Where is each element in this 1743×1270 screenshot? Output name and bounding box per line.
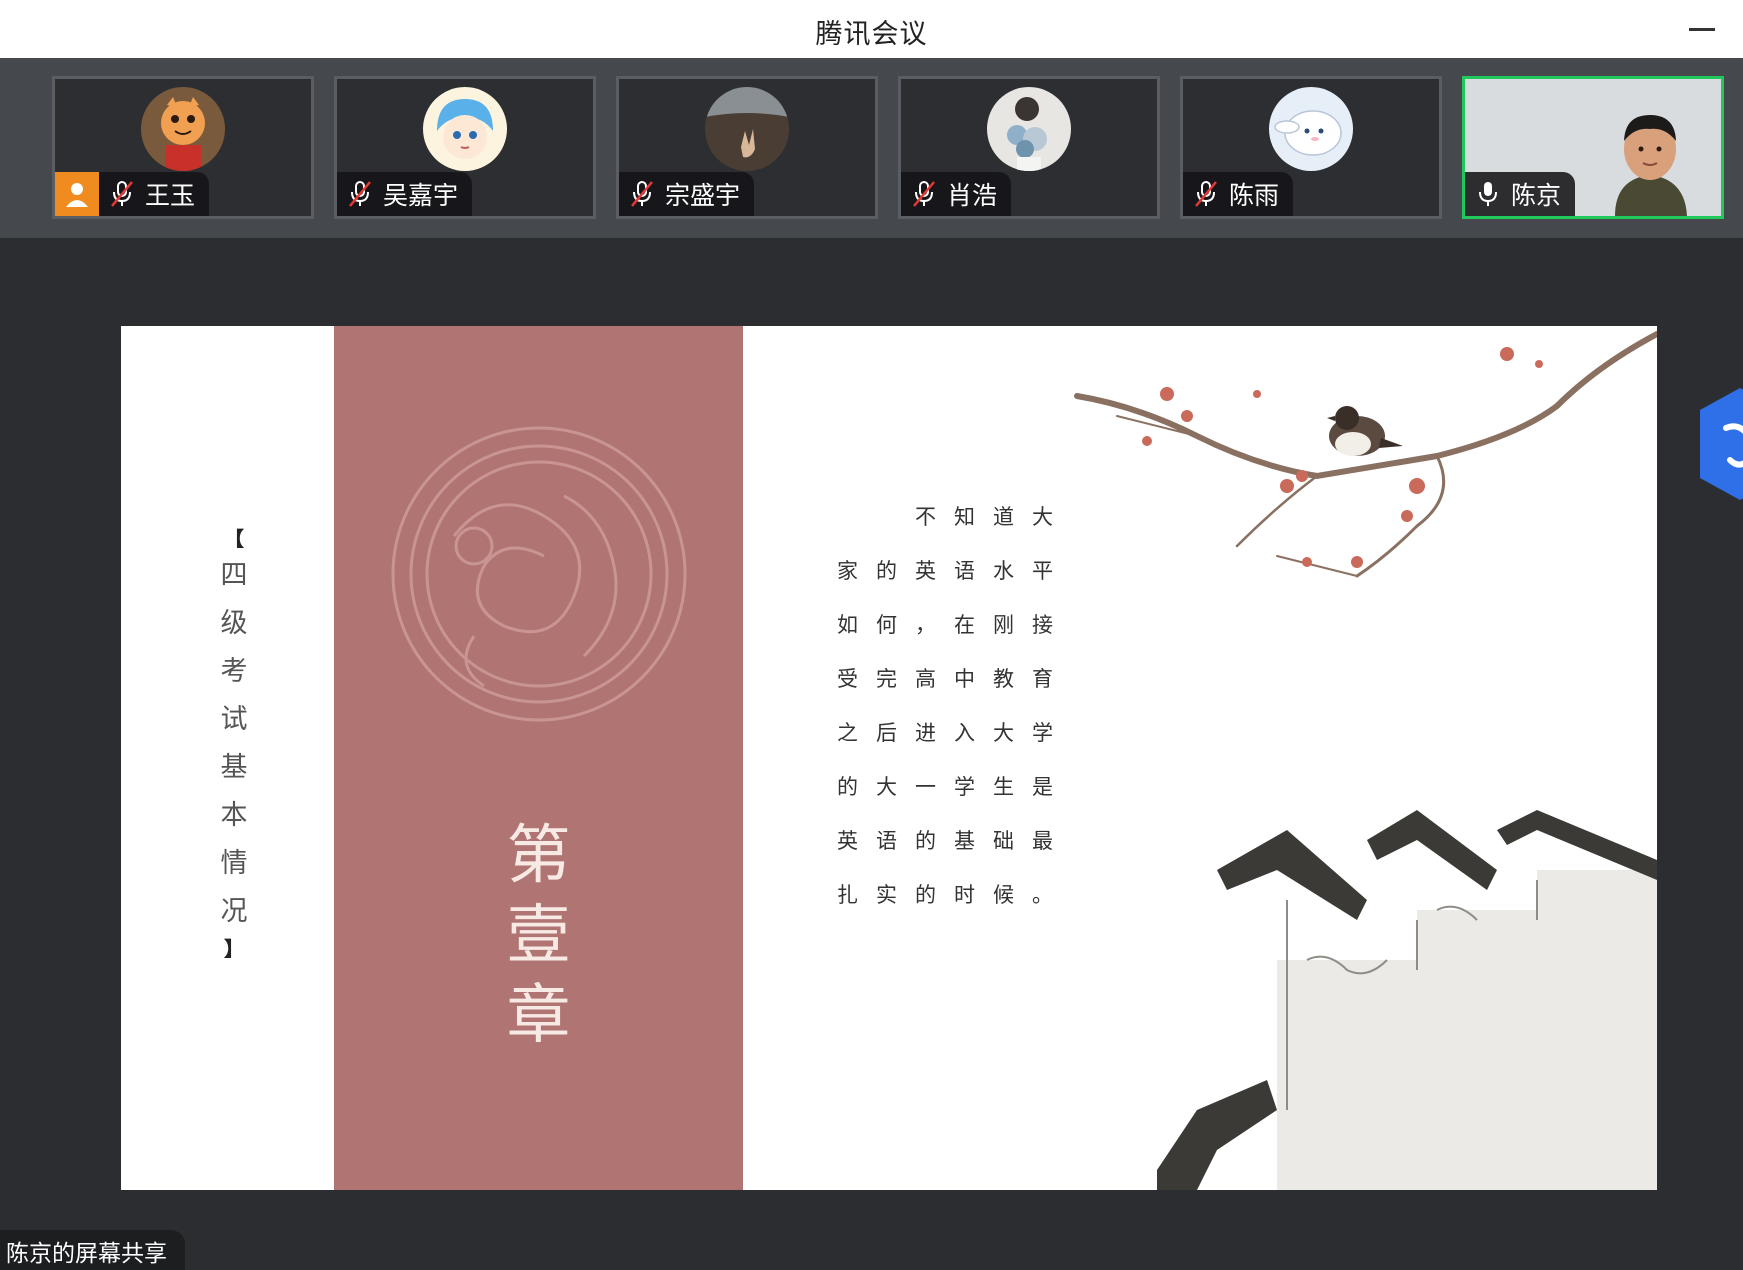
- title-char: 况: [220, 896, 248, 927]
- title-char: 本: [220, 800, 248, 831]
- title-char: 基: [220, 752, 248, 783]
- participant-nameplate: 宗盛宇: [619, 172, 755, 216]
- intro-paragraph: 不知道大 家的英语水平 如何，在刚接 受完高中教育 之后进入大学 的大一学生是 …: [811, 501, 1071, 933]
- plum-branch-bird-illustration: [1074, 331, 1657, 578]
- mic-muted-icon: [1189, 172, 1223, 216]
- participant-nameplate: 吴嘉宇: [337, 172, 473, 216]
- title-char: 试: [220, 704, 248, 735]
- title-bracket-close: 】: [224, 937, 244, 961]
- participant-tile-active-speaker[interactable]: 陈京: [1462, 76, 1724, 219]
- participant-tile[interactable]: 陈雨: [1180, 76, 1442, 219]
- host-user-icon: [55, 172, 99, 216]
- screen-share-label: 陈京的屏幕共享: [0, 1230, 185, 1270]
- title-char: 级: [220, 608, 248, 639]
- participant-strip: 王玉 吴嘉宇 宗盛宇 肖浩 陈雨 陈京: [0, 58, 1743, 238]
- title-char: 四: [220, 560, 248, 591]
- paragraph-line: 之后进入大学: [837, 721, 1071, 745]
- paragraph-line: 家的英语水平: [837, 559, 1071, 583]
- huizhou-architecture-illustration: [1157, 810, 1657, 1190]
- participant-name: 肖浩: [947, 181, 998, 210]
- dragon-emblem-icon: [391, 426, 687, 722]
- participant-nameplate: 王玉: [55, 172, 210, 216]
- paragraph-line: 受完高中教育: [837, 667, 1071, 691]
- participant-name: 宗盛宇: [665, 181, 741, 210]
- mic-on-icon: [1471, 172, 1505, 216]
- anime-boy-avatar: [423, 87, 507, 171]
- participant-name: 陈雨: [1229, 181, 1280, 210]
- tiger-avatar: [141, 87, 225, 171]
- paragraph-line: 的大一学生是: [837, 775, 1071, 799]
- chapter-heading: 第 壹 章: [334, 816, 743, 1056]
- title-bar: 腾讯会议: [0, 0, 1743, 59]
- mic-muted-icon: [907, 172, 941, 216]
- title-bracket-open: 【: [224, 527, 244, 551]
- participant-name: 陈京: [1511, 181, 1562, 210]
- participant-tile[interactable]: 宗盛宇: [616, 76, 878, 219]
- hand-landscape-avatar: [705, 87, 789, 171]
- title-char: 考: [220, 656, 248, 687]
- participant-name: 吴嘉宇: [383, 181, 459, 210]
- participant-nameplate: 陈雨: [1183, 172, 1294, 216]
- cinnamoroll-avatar: [1269, 87, 1353, 171]
- chapter-char: 章: [506, 979, 571, 1053]
- paragraph-line: 如何，在刚接: [837, 613, 1071, 637]
- flowers-avatar: [987, 87, 1071, 171]
- mic-muted-icon: [105, 172, 139, 216]
- chapter-char: 壹: [506, 899, 571, 973]
- chapter-char: 第: [506, 819, 571, 893]
- participant-tile[interactable]: 王玉: [52, 76, 314, 219]
- section-title-vertical: 【 四 级 考 试 基 本 情 况 】: [209, 526, 259, 962]
- participant-tile[interactable]: 肖浩: [898, 76, 1160, 219]
- floating-assistant-button[interactable]: [1700, 388, 1743, 500]
- participant-tile[interactable]: 吴嘉宇: [334, 76, 596, 219]
- title-char: 情: [220, 848, 248, 879]
- participant-nameplate: 陈京: [1465, 172, 1576, 216]
- chapter-panel: 第 壹 章: [334, 326, 743, 1190]
- mic-muted-icon: [625, 172, 659, 216]
- mic-muted-icon: [343, 172, 377, 216]
- paragraph-line: 英语的基础最: [837, 829, 1071, 853]
- shared-screen-slide: 【 四 级 考 试 基 本 情 况 】 第 壹 章 不知道大 家的英语水平 如何…: [121, 326, 1657, 1190]
- participant-nameplate: 肖浩: [901, 172, 1012, 216]
- window-title: 腾讯会议: [815, 19, 928, 50]
- minimize-button[interactable]: [1687, 14, 1717, 44]
- paragraph-line: 不知道大: [915, 505, 1071, 529]
- paragraph-line: 扎实的时候。: [837, 883, 1071, 907]
- participant-name: 王玉: [145, 181, 196, 210]
